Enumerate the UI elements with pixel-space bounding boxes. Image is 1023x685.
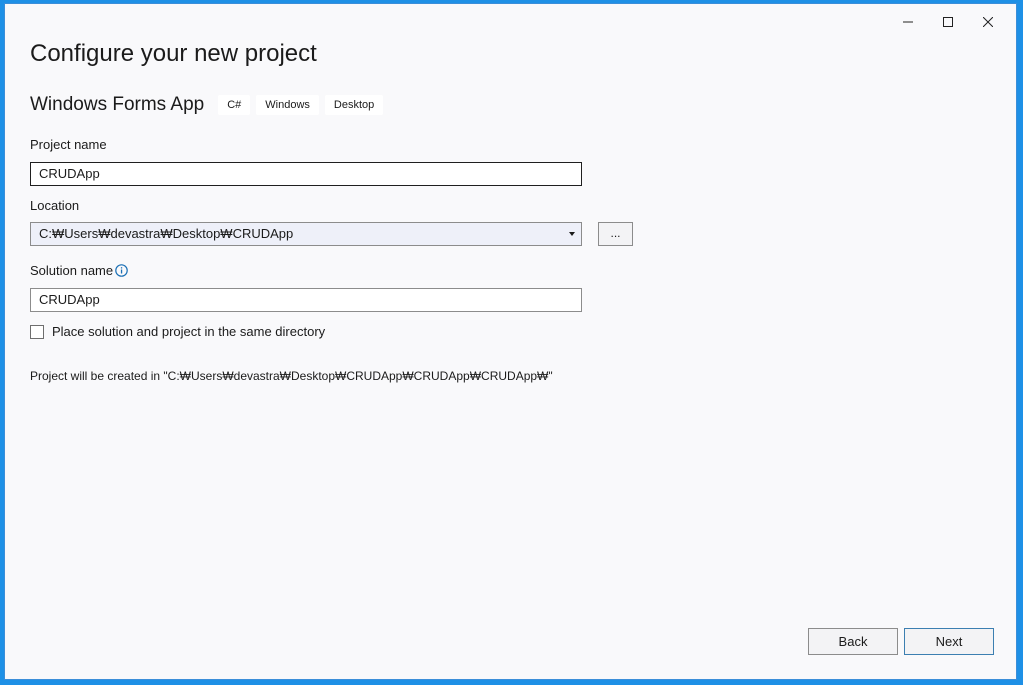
back-button[interactable]: Back [808, 628, 898, 655]
tag-project-type: Desktop [324, 95, 384, 115]
same-directory-label[interactable]: Place solution and project in the same d… [52, 324, 325, 339]
project-name-input[interactable]: CRUDApp [30, 162, 582, 186]
next-button[interactable]: Next [904, 628, 994, 655]
tag-language: C# [218, 95, 251, 115]
chevron-down-icon[interactable] [569, 232, 575, 236]
solution-name-label: Solution name [30, 263, 114, 278]
minimize-icon [903, 21, 913, 23]
project-path-info: Project will be created in "C:₩Users₩dev… [30, 369, 553, 383]
location-value: C:₩Users₩devastra₩Desktop₩CRUDApp [39, 226, 294, 241]
template-header: Windows Forms App C# Windows Desktop [30, 94, 389, 116]
location-combobox[interactable]: C:₩Users₩devastra₩Desktop₩CRUDApp [30, 222, 582, 246]
page-title: Configure your new project [30, 40, 317, 67]
maximize-button[interactable] [928, 10, 968, 34]
same-directory-checkbox[interactable] [30, 324, 44, 339]
close-button[interactable] [968, 10, 1008, 34]
project-name-label: Project name [30, 137, 107, 152]
window-controls [888, 10, 1008, 34]
info-icon[interactable] [115, 264, 128, 277]
tag-platform: Windows [256, 95, 319, 115]
same-directory-option[interactable]: Place solution and project in the same d… [30, 324, 325, 339]
dialog-window: Configure your new project Windows Forms… [4, 3, 1017, 680]
location-label: Location [30, 198, 80, 213]
close-icon [983, 17, 993, 27]
template-name: Windows Forms App [30, 94, 205, 115]
minimize-button[interactable] [888, 10, 928, 34]
browse-location-button[interactable]: ... [598, 222, 633, 246]
solution-name-input[interactable]: CRUDApp [30, 288, 582, 312]
maximize-icon [943, 17, 953, 27]
